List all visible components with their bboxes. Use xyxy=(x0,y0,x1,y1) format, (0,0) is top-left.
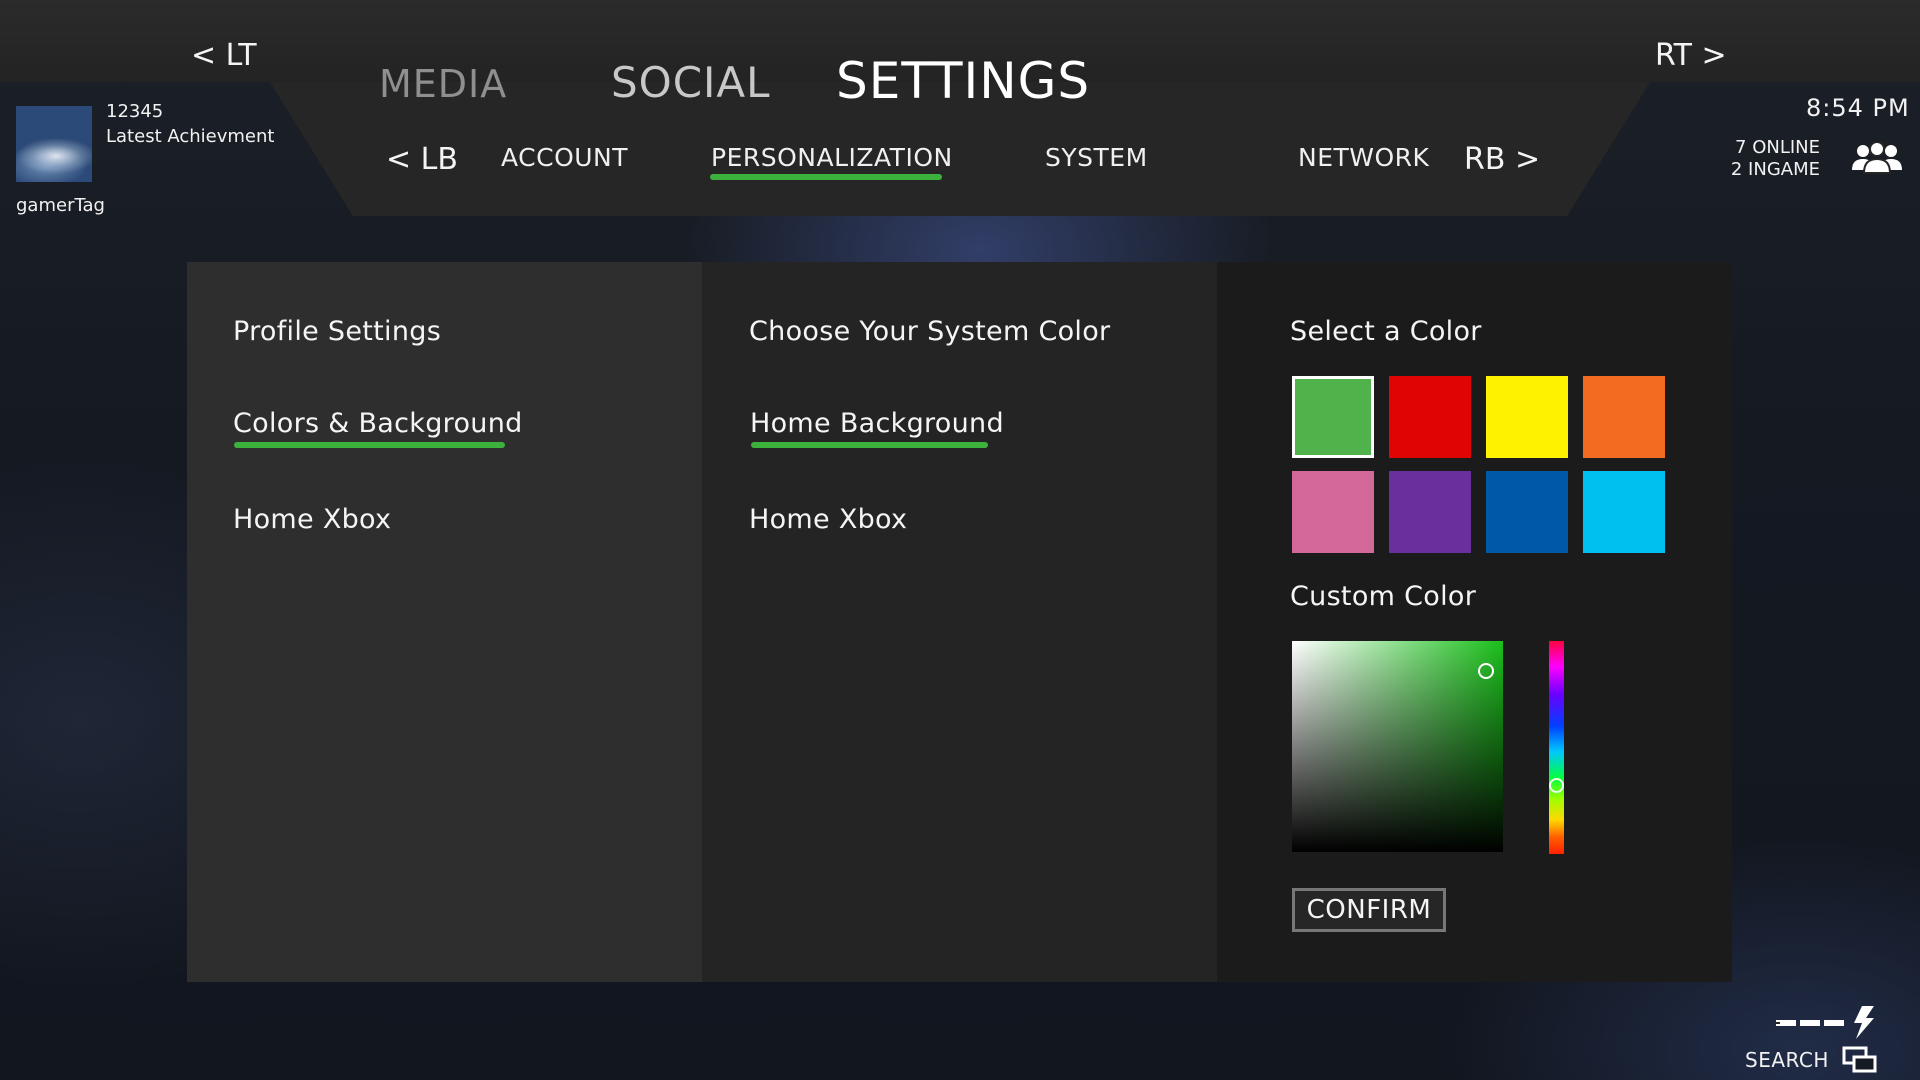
select-color-heading: Select a Color xyxy=(1290,316,1482,347)
subtab-system[interactable]: SYSTEM xyxy=(1045,143,1148,172)
color-swatch[interactable] xyxy=(1486,376,1568,458)
left-bumper-hint[interactable]: < LB xyxy=(386,142,458,177)
settings-category-panel xyxy=(187,262,702,982)
online-count: 7 ONLINE xyxy=(1735,137,1820,158)
saturation-value-picker[interactable] xyxy=(1292,641,1503,852)
latest-achievement: Latest Achievment xyxy=(106,126,275,147)
menu-item-home-xbox-2[interactable]: Home Xbox xyxy=(749,504,907,535)
subtab-network[interactable]: NETWORK xyxy=(1298,143,1429,172)
tab-settings[interactable]: SETTINGS xyxy=(836,52,1090,110)
menu-item-home-background[interactable]: Home Background xyxy=(750,408,1004,439)
custom-color-heading: Custom Color xyxy=(1290,581,1477,612)
menu-item-colors-background[interactable]: Colors & Background xyxy=(233,408,523,439)
right-trigger-hint[interactable]: RT > xyxy=(1655,38,1727,73)
gamertag[interactable]: gamerTag xyxy=(16,195,105,216)
friends-icon[interactable] xyxy=(1850,142,1904,176)
selected-underline xyxy=(751,442,988,448)
menu-item-system-color[interactable]: Choose Your System Color xyxy=(749,316,1110,347)
left-trigger-hint[interactable]: < LT xyxy=(191,38,257,73)
picker-handle[interactable] xyxy=(1478,663,1494,679)
subtab-account[interactable]: ACCOUNT xyxy=(501,143,628,172)
menu-item-home-xbox[interactable]: Home Xbox xyxy=(233,504,391,535)
friends-status: 7 ONLINE 2 INGAME xyxy=(1700,137,1820,181)
hue-slider-handle[interactable] xyxy=(1549,778,1564,793)
confirm-button[interactable]: CONFIRM xyxy=(1292,888,1446,932)
hue-slider[interactable] xyxy=(1549,641,1564,854)
clock: 8:54 PM xyxy=(1806,94,1910,122)
color-picker-panel xyxy=(1217,262,1732,982)
menu-item-profile-settings[interactable]: Profile Settings xyxy=(233,316,441,347)
subtab-personalization[interactable]: PERSONALIZATION xyxy=(711,143,953,172)
color-swatch[interactable] xyxy=(1389,471,1471,553)
battery-charging-icon xyxy=(1776,1006,1874,1039)
selected-underline xyxy=(234,442,505,448)
color-swatch[interactable] xyxy=(1583,376,1665,458)
search-label[interactable]: SEARCH xyxy=(1745,1048,1829,1072)
avatar[interactable] xyxy=(16,106,92,182)
tab-social[interactable]: SOCIAL xyxy=(611,58,771,107)
color-swatch[interactable] xyxy=(1292,376,1374,458)
color-swatch[interactable] xyxy=(1389,376,1471,458)
color-swatch[interactable] xyxy=(1583,471,1665,553)
gamerscore: 12345 xyxy=(106,101,164,122)
right-bumper-hint[interactable]: RB > xyxy=(1464,142,1540,177)
subtab-active-underline xyxy=(710,174,942,180)
tab-media[interactable]: MEDIA xyxy=(379,62,507,106)
color-swatch[interactable] xyxy=(1292,471,1374,553)
ingame-count: 2 INGAME xyxy=(1730,159,1820,180)
color-swatch[interactable] xyxy=(1486,471,1568,553)
color-options-panel xyxy=(702,262,1217,982)
search-screens-icon[interactable] xyxy=(1842,1046,1878,1074)
